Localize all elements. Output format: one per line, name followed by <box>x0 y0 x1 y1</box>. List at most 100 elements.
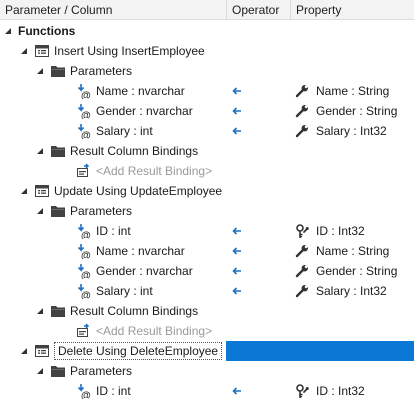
parameter-icon: @ <box>76 123 92 139</box>
left-arrow-icon[interactable] <box>232 241 242 261</box>
row-cell: Parameters <box>34 201 132 221</box>
parameter-row[interactable]: @ Salary : int Salary : Int32 <box>0 281 414 301</box>
tree-node-function[interactable]: Delete Using DeleteEmployee <box>0 341 414 361</box>
expand-arrow-icon[interactable] <box>34 141 46 161</box>
parameter-name: Name : nvarchar <box>96 244 185 258</box>
parameter-name: Salary : int <box>96 124 153 138</box>
tree-node-functions[interactable]: Functions <box>0 21 414 41</box>
function-icon <box>34 343 50 359</box>
tree-node-function[interactable]: Insert Using InsertEmployee <box>0 41 414 61</box>
parameter-icon: @ <box>76 83 92 99</box>
property-cell[interactable]: ID : Int32 <box>294 221 365 241</box>
left-arrow-icon[interactable] <box>232 261 242 281</box>
property-cell[interactable]: Name : String <box>294 81 389 101</box>
mapping-details-grid: Parameter / Column Operator Property Fun… <box>0 0 414 405</box>
parameter-name: ID : int <box>96 224 131 238</box>
left-arrow-icon[interactable] <box>232 81 242 101</box>
expand-arrow-icon[interactable] <box>18 341 30 361</box>
row-cell: Result Column Bindings <box>34 301 198 321</box>
left-arrow-icon[interactable] <box>232 101 242 121</box>
row-cell: @ ID : int <box>60 381 131 401</box>
function-icon <box>34 183 50 199</box>
row-cell: Result Column Bindings <box>34 141 198 161</box>
parameters-label: Parameters <box>70 64 133 78</box>
row-cell: <Add Result Binding> <box>60 161 212 181</box>
property-cell[interactable]: Gender : String <box>294 261 397 281</box>
expand-arrow-icon[interactable] <box>2 21 14 41</box>
column-header-parameter[interactable]: Parameter / Column <box>0 0 226 20</box>
parameter-row[interactable]: @ Gender : nvarchar Gender : String <box>0 261 414 281</box>
left-arrow-icon[interactable] <box>232 221 242 241</box>
add-result-binding-row[interactable]: <Add Result Binding> <box>0 161 414 181</box>
expand-arrow-icon[interactable] <box>18 181 30 201</box>
expand-arrow-icon[interactable] <box>18 41 30 61</box>
svg-text:@: @ <box>81 131 91 140</box>
tree-node-function[interactable]: Update Using UpdateEmployee <box>0 181 414 201</box>
svg-text:@: @ <box>81 391 91 400</box>
property-label: Gender : String <box>316 264 398 278</box>
property-cell[interactable]: Name : String <box>294 241 389 261</box>
row-cell: @ Salary : int <box>60 281 153 301</box>
expand-arrow-icon[interactable] <box>34 61 46 81</box>
row-cell: @ Gender : nvarchar <box>60 101 193 121</box>
row-cell: Delete Using DeleteEmployee <box>18 341 223 361</box>
expand-arrow-icon[interactable] <box>34 301 46 321</box>
tree-node-result-bindings[interactable]: Result Column Bindings <box>0 301 414 321</box>
svg-text:@: @ <box>81 251 91 260</box>
row-cell: Parameters <box>34 61 132 81</box>
property-cell[interactable]: ID : Int32 <box>294 381 365 401</box>
add-result-binding-row[interactable]: <Add Result Binding> <box>0 321 414 341</box>
wrench-icon <box>294 83 310 99</box>
parameter-row[interactable]: @ ID : int ID : Int32 <box>0 381 414 401</box>
add-result-binding[interactable]: <Add Result Binding> <box>96 164 212 178</box>
left-arrow-icon[interactable] <box>232 381 242 401</box>
property-label: Salary : Int32 <box>316 284 387 298</box>
function-icon <box>34 43 50 59</box>
expand-arrow-icon[interactable] <box>34 201 46 221</box>
property-cell[interactable]: Gender : String <box>294 101 397 121</box>
expand-arrow-icon[interactable] <box>34 361 46 381</box>
parameter-row[interactable]: @ Gender : nvarchar Gender : String <box>0 101 414 121</box>
parameter-row[interactable]: @ ID : int ID : Int32 <box>0 221 414 241</box>
parameter-icon: @ <box>76 263 92 279</box>
svg-text:@: @ <box>81 231 91 240</box>
function-label: Delete Using DeleteEmployee <box>54 342 223 360</box>
add-result-binding[interactable]: <Add Result Binding> <box>96 324 212 338</box>
property-label: ID : Int32 <box>316 224 365 238</box>
parameter-row[interactable]: @ Salary : int Salary : Int32 <box>0 121 414 141</box>
wrench-icon <box>294 103 310 119</box>
left-arrow-icon[interactable] <box>232 281 242 301</box>
tree-node-parameters[interactable]: Parameters <box>0 201 414 221</box>
property-cell[interactable]: Salary : Int32 <box>294 281 387 301</box>
tree-node-parameters[interactable]: Parameters <box>0 61 414 81</box>
row-cell: <Add Result Binding> <box>60 321 212 341</box>
svg-text:@: @ <box>81 91 91 100</box>
parameter-row[interactable]: @ Name : nvarchar Name : String <box>0 81 414 101</box>
property-label: Name : String <box>316 244 390 258</box>
tree-node-result-bindings[interactable]: Result Column Bindings <box>0 141 414 161</box>
selection-highlight <box>226 341 414 361</box>
property-label: Salary : Int32 <box>316 124 387 138</box>
parameter-row[interactable]: @ Name : nvarchar Name : String <box>0 241 414 261</box>
parameter-name: Gender : nvarchar <box>96 104 193 118</box>
result-bindings-label: Result Column Bindings <box>70 144 199 158</box>
parameter-icon: @ <box>76 103 92 119</box>
left-arrow-icon[interactable] <box>232 121 242 141</box>
wrench-icon <box>294 123 310 139</box>
property-cell[interactable]: Salary : Int32 <box>294 121 387 141</box>
parameter-name: Name : nvarchar <box>96 84 185 98</box>
column-header-property[interactable]: Property <box>290 0 414 20</box>
key-wrench-icon <box>294 223 310 239</box>
row-cell: @ Salary : int <box>60 121 153 141</box>
column-header-operator[interactable]: Operator <box>226 0 290 20</box>
property-label: Name : String <box>316 84 390 98</box>
tree-node-parameters[interactable]: Parameters <box>0 361 414 381</box>
parameter-icon: @ <box>76 283 92 299</box>
add-binding-icon <box>76 163 92 179</box>
parameter-icon: @ <box>76 223 92 239</box>
